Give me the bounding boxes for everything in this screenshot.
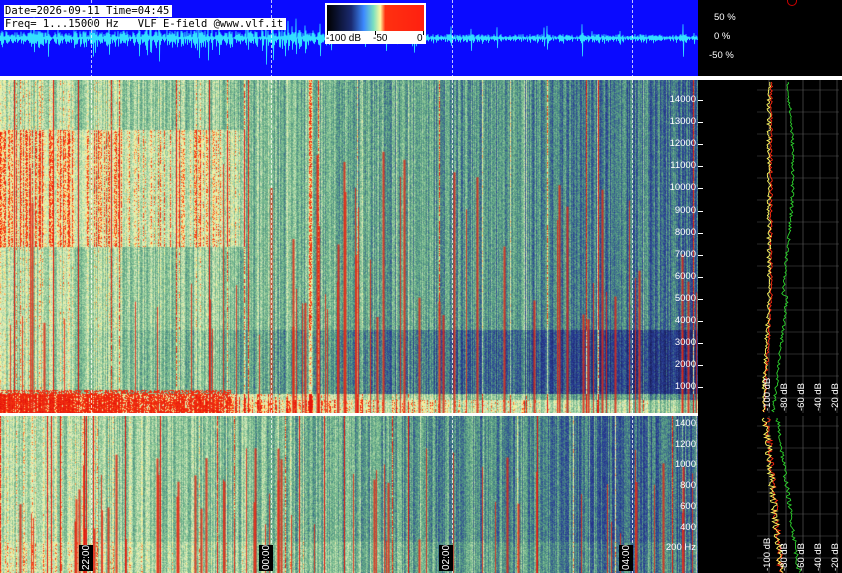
frequency-tick-label: 600 [680,500,696,512]
frequency-tick-label: 6000 [674,270,696,282]
db-tick-label: -100 dB [762,377,773,411]
db-tick-label: -20 dB [830,543,841,571]
time-label: 04:00 [619,544,633,571]
frequency-tick [698,387,703,389]
db-tick-label: -100 dB [762,537,773,571]
frequency-tick-label: 3000 [674,337,696,349]
date-time-header: Date=2026-09-11 Time=04:45 [4,5,173,17]
frequency-tick [698,321,703,322]
frequency-tick-label: 10000 [669,182,696,194]
frequency-tick-label: 11000 [670,160,696,172]
spectrogram-full-band [0,80,698,413]
frequency-tick [698,254,703,256]
frequency-tick-label: 13000 [669,116,696,128]
db-tick-label: -80 dB [779,383,790,411]
frequency-tick [698,166,703,168]
color-scale-legend: -100 dB -50 0 [325,3,426,44]
frequency-tick [698,343,703,345]
frequency-tick [698,298,703,300]
frequency-tick [698,365,703,367]
frequency-tick [698,188,703,190]
frequency-tick [698,122,703,124]
percent-label-minus50: -50 % [709,50,734,61]
color-label-mid: -50 [373,33,388,44]
percent-label-0: 0 % [714,31,731,42]
frequency-tick-label: 1000 [674,459,696,471]
time-gridline [271,0,272,573]
frequency-tick-label: 200 Hz [665,542,696,554]
time-gridline [632,0,633,573]
frequency-tick-label: 12000 [669,138,696,150]
percent-label-50: 50 % [714,12,736,23]
spectrogram-low-band [0,416,698,573]
frequency-tick-label: 400 [680,521,696,533]
vlf-spectrogram-display: Date=2026-09-11 Time=04:45 Freq= 1...150… [0,0,842,573]
frequency-tick-label: 2000 [674,359,696,371]
frequency-tick-label: 1400 [674,418,696,429]
time-gridline [452,0,453,573]
db-tick-label: -20 dB [830,383,841,411]
frequency-tick [698,144,703,146]
color-tick [423,31,424,35]
frequency-tick-label: 5000 [674,292,696,304]
db-tick-label: -40 dB [813,383,824,411]
color-label-min: -100 dB [326,33,362,44]
frequency-tick-label: 14000 [669,94,696,105]
db-tick-label: -40 dB [813,543,824,571]
time-label: 22:00 [79,544,93,571]
frequency-tick-label: 9000 [674,204,696,216]
time-label: 00:00 [259,544,273,571]
frequency-tick-label: 800 [680,480,696,492]
spectrum-profile-top [757,80,839,413]
frequency-tick-label: 7000 [674,248,696,260]
frequency-tick-label: 4000 [674,315,696,326]
color-label-max: 0 [417,33,423,44]
frequency-header: Freq= 1...15000 Hz VLF E-field @www.vlf.… [4,18,287,30]
frequency-tick [698,276,703,278]
time-gridline [91,0,92,573]
color-scale-gradient [327,5,424,31]
frequency-tick [698,100,703,101]
db-tick-label: -80 dB [779,543,790,571]
frequency-tick-label: 8000 [674,226,696,238]
frequency-tick-label: 1200 [674,438,696,450]
db-tick-label: -60 dB [796,383,807,411]
red-marker-icon [787,0,797,6]
db-tick-label: -60 dB [796,543,807,571]
frequency-tick-label: 1000 [674,381,696,393]
time-label: 02:00 [439,544,453,571]
frequency-tick [698,210,703,212]
frequency-tick [698,232,703,234]
